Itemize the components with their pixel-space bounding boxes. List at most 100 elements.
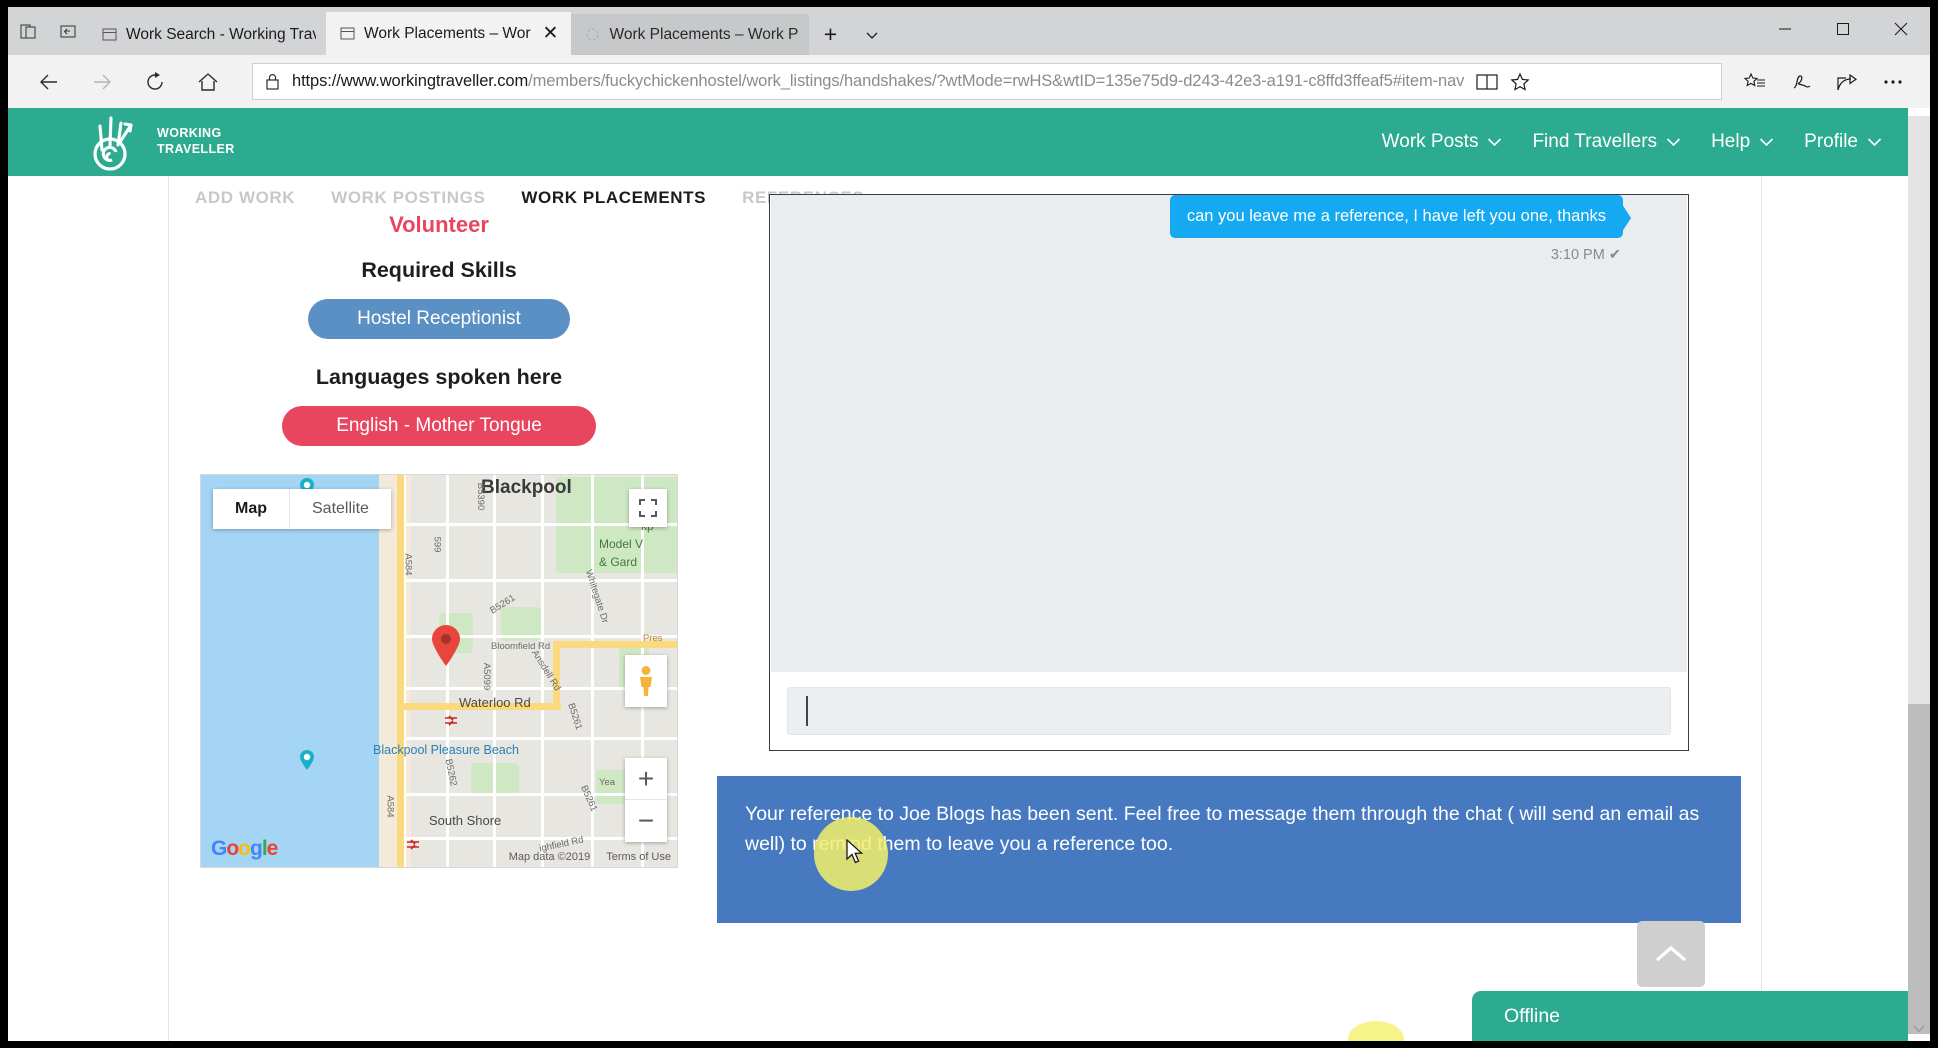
map-road-label: B5262 xyxy=(442,757,459,788)
logo-line-1: WORKING xyxy=(157,126,222,141)
chat-message-meta: 3:10 PM ✔ xyxy=(1170,247,1623,263)
language-tag-english[interactable]: English - Mother Tongue xyxy=(282,406,596,446)
map-train-station-icon xyxy=(444,715,458,727)
offline-chat-widget[interactable]: Offline xyxy=(1472,991,1916,1041)
nav-item-find-travellers[interactable]: Find Travellers xyxy=(1532,131,1681,153)
page-scrollbar[interactable] xyxy=(1908,108,1930,1041)
close-button[interactable] xyxy=(1872,7,1930,51)
browser-window: Work Search - Working Trav Work Placemen… xyxy=(8,7,1930,1041)
map-district-label: South Shore xyxy=(429,813,502,828)
map-road-label: A584 xyxy=(384,795,396,818)
map-road-label: B5261 xyxy=(565,701,585,732)
map-road xyxy=(446,475,449,867)
location-map[interactable]: Blackpool Model V & Gard kp Blackpool Pl… xyxy=(200,474,678,868)
map-train-station-icon xyxy=(406,839,420,851)
map-type-map-button[interactable]: Map xyxy=(213,489,290,529)
web-notes-pen-icon[interactable] xyxy=(1778,60,1824,104)
nav-item-profile[interactable]: Profile xyxy=(1804,131,1882,153)
chat-message-list[interactable]: can you leave me a reference, I have lef… xyxy=(771,195,1687,673)
mouse-cursor xyxy=(846,839,866,867)
tab-title: Work Placements – Wor xyxy=(364,24,531,42)
nav-item-help[interactable]: Help xyxy=(1711,131,1774,153)
map-data-credit: Map data ©2019 xyxy=(508,851,591,863)
set-aside-tabs-icon[interactable] xyxy=(48,7,88,55)
url-domain: https://www.workingtraveller.com xyxy=(292,72,529,90)
loading-icon xyxy=(585,27,600,42)
map-road-label: Pres xyxy=(643,633,663,644)
chevron-down-icon xyxy=(1666,137,1681,147)
map-poi-icon xyxy=(299,749,315,771)
nav-label: Work Posts xyxy=(1381,131,1479,152)
content-card: ADD WORK WORK POSTINGS WORK PLACEMENTS R… xyxy=(168,176,1762,1041)
close-icon[interactable]: ✕ xyxy=(540,24,562,43)
maximize-button[interactable] xyxy=(1814,7,1872,51)
languages-heading: Languages spoken here xyxy=(315,365,563,389)
url-bar[interactable]: https://www.workingtraveller.com/members… xyxy=(252,63,1722,100)
map-zoom-in-button[interactable]: + xyxy=(625,758,667,800)
map-fullscreen-button[interactable] xyxy=(629,489,667,527)
chat-message-input[interactable] xyxy=(787,686,1671,735)
browser-tab-2[interactable]: Work Placements – Wor ✕ xyxy=(326,12,572,55)
taskbar xyxy=(0,1041,1938,1048)
share-icon[interactable] xyxy=(1824,60,1870,104)
minimize-button[interactable] xyxy=(1756,7,1814,51)
tab-work-postings[interactable]: WORK POSTINGS xyxy=(331,188,485,208)
listing-type-label: Volunteer xyxy=(389,212,489,232)
chevron-down-icon[interactable] xyxy=(851,14,893,55)
tab-add-work[interactable]: ADD WORK xyxy=(195,188,295,208)
scroll-to-top-button[interactable] xyxy=(1637,921,1705,987)
browser-tab-3[interactable]: Work Placements – Work Pc xyxy=(571,14,810,55)
browser-tab-1[interactable]: Work Search - Working Trav xyxy=(88,14,326,55)
map-park-label-1: Model V xyxy=(599,537,644,551)
map-attribution: Map data ©2019 Terms of Use xyxy=(509,851,671,863)
favorite-star-icon[interactable] xyxy=(1510,72,1530,92)
forward-button[interactable] xyxy=(75,59,128,104)
tab-title: Work Placements – Work Pc xyxy=(609,25,800,43)
map-type-switcher: Map Satellite xyxy=(213,489,391,529)
map-type-satellite-button[interactable]: Satellite xyxy=(290,489,391,529)
scroll-down-arrow-icon[interactable] xyxy=(1908,1019,1930,1039)
more-options-icon[interactable] xyxy=(1870,60,1916,104)
url-path: /members/fuckychickenhostel/work_listing… xyxy=(528,72,1465,90)
map-street-view-pegman-icon[interactable] xyxy=(625,655,667,707)
nav-label: Find Travellers xyxy=(1532,131,1658,152)
map-road-label: A5099 xyxy=(481,662,493,691)
map-zoom-out-button[interactable]: − xyxy=(625,800,667,842)
text-caret xyxy=(806,695,808,726)
nav-label: Help xyxy=(1711,131,1751,152)
map-road-label: Bloomfield Rd xyxy=(491,641,551,652)
reading-view-icon[interactable] xyxy=(1476,73,1498,91)
offline-label: Offline xyxy=(1504,1004,1561,1027)
required-skills-heading: Required Skills xyxy=(361,258,517,282)
working-traveller-logo-icon xyxy=(93,116,133,171)
map-park-label-2: & Gard xyxy=(599,555,638,569)
map-road-label: Yea xyxy=(599,777,616,788)
new-tab-button[interactable]: + xyxy=(809,14,851,55)
tab-title: Work Search - Working Trav xyxy=(126,25,316,43)
url-text: https://www.workingtraveller.com/members… xyxy=(292,72,1464,91)
tab-work-placements[interactable]: WORK PLACEMENTS xyxy=(521,188,706,208)
home-button[interactable] xyxy=(181,59,234,104)
map-location-pin-icon xyxy=(431,625,461,667)
back-button[interactable] xyxy=(22,59,75,104)
map-zoom-controls: + − xyxy=(625,758,667,842)
reload-button[interactable] xyxy=(128,59,181,104)
chat-panel: can you leave me a reference, I have lef… xyxy=(769,194,1689,751)
site-logo[interactable]: WORKING TRAVELLER xyxy=(86,112,235,172)
scrollbar-thumb[interactable] xyxy=(1908,704,1930,1034)
chat-timestamp: 3:10 PM xyxy=(1550,247,1605,263)
map-road xyxy=(401,737,677,740)
skill-tag-hostel-receptionist[interactable]: Hostel Receptionist xyxy=(308,299,570,339)
map-terms-link[interactable]: Terms of Use xyxy=(606,851,671,863)
main-navigation: Work Posts Find Travellers Help Profile xyxy=(1382,131,1882,153)
screen: Work Search - Working Trav Work Placemen… xyxy=(0,0,1938,1048)
site-header: WORKING TRAVELLER Work Posts Find Travel… xyxy=(8,108,1930,176)
nav-item-work-posts[interactable]: Work Posts xyxy=(1382,131,1503,153)
favorites-hub-icon[interactable] xyxy=(1732,60,1778,104)
map-road xyxy=(401,579,677,582)
scrollbar-thumb-upper[interactable] xyxy=(1908,116,1930,704)
map-road-label: Whitegate Dr xyxy=(582,568,611,625)
tab-preview-icon[interactable] xyxy=(8,7,48,55)
map-road xyxy=(493,475,496,867)
map-beach-label: Blackpool Pleasure Beach xyxy=(373,743,519,757)
